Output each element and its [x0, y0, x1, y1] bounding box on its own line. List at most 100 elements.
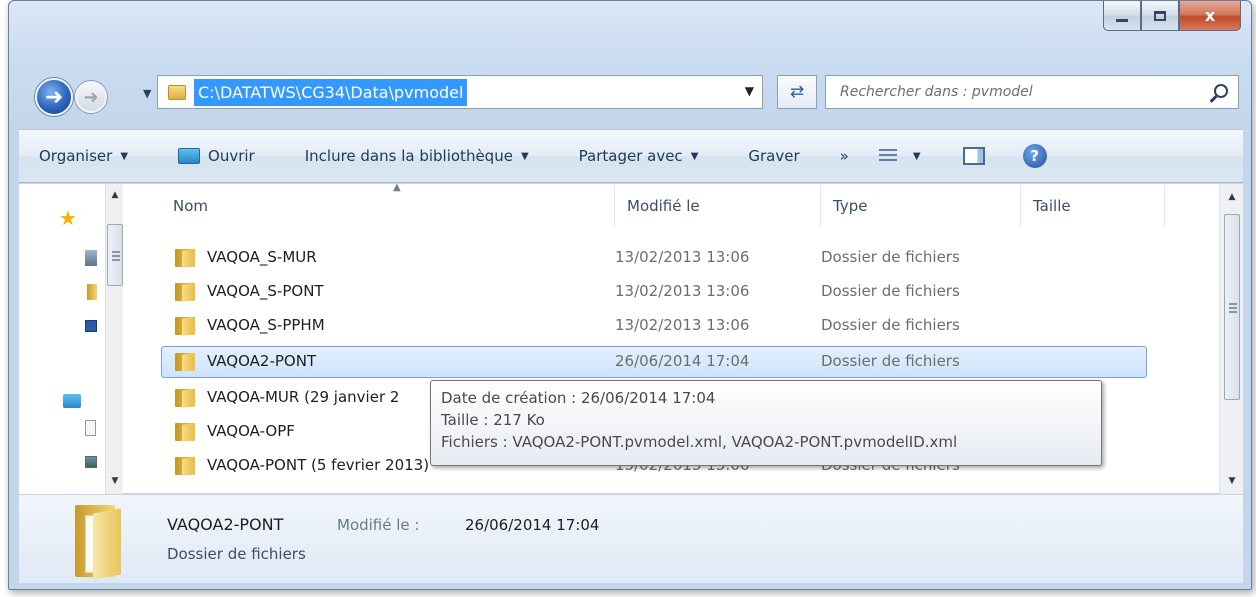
help-icon: ? [1022, 144, 1047, 168]
recent-pages-dropdown[interactable]: ▼ [143, 87, 151, 100]
file-type: Dossier de fichiers [821, 316, 960, 334]
chevron-down-icon: ▼ [690, 150, 699, 162]
share-with-label: Partager avec [578, 147, 683, 165]
column-size-label: Taille [1033, 197, 1071, 215]
scroll-down-icon[interactable]: ▼ [1223, 472, 1241, 490]
column-modified-label: Modifié le [627, 197, 700, 215]
details-modified-value: 26/06/2014 17:04 [465, 516, 600, 534]
close-icon: x [1204, 6, 1216, 25]
minimize-icon [1116, 18, 1128, 22]
library-icon[interactable] [63, 394, 81, 408]
explorer-window: x ➜ ➜ ▼ C:\DATATWS\CG34\Data\pvmodel ▼ ⇄… [8, 0, 1252, 590]
maximize-icon [1154, 10, 1166, 21]
search-input[interactable] [826, 76, 1186, 108]
list-item-selected[interactable]: VAQOA2-PONT 26/06/2014 17:04 Dossier de … [161, 346, 1147, 378]
scroll-up-icon[interactable]: ▲ [106, 186, 124, 204]
folder-info-tooltip: Date de création : 26/06/2014 17:04 Tail… [430, 380, 1102, 466]
more-commands-button[interactable]: » [814, 147, 863, 165]
file-name: VAQOA_S-PONT [207, 282, 324, 300]
command-bar: Organiser ▼ Ouvrir Inclure dans la biblio… [19, 129, 1243, 183]
file-name: VAQOA_S-MUR [207, 248, 317, 266]
address-bar[interactable]: C:\DATATWS\CG34\Data\pvmodel ▼ [157, 75, 763, 109]
column-header-modified[interactable]: Modifié le [615, 184, 821, 228]
file-modified: 13/02/2013 13:06 [615, 248, 750, 266]
search-box[interactable] [825, 75, 1239, 109]
chevron-down-icon: ▼ [912, 150, 921, 162]
folder-icon [175, 389, 195, 408]
organise-label: Organiser [39, 147, 113, 165]
favorites-star-icon[interactable]: ★ [59, 206, 77, 230]
details-modified-label: Modifié le : [337, 516, 420, 534]
address-dropdown[interactable]: ▼ [745, 84, 754, 98]
document-icon[interactable] [85, 420, 96, 436]
list-item[interactable]: VAQOA_S-PONT 13/02/2013 13:06 Dossier de… [161, 276, 1147, 308]
burn-label: Graver [748, 147, 800, 165]
views-icon [878, 149, 897, 163]
picture-icon[interactable] [85, 456, 97, 468]
column-header-size[interactable]: Taille [1021, 184, 1165, 228]
list-item[interactable]: VAQOA_S-PPHM 13/02/2013 13:06 Dossier de… [161, 310, 1147, 342]
navigation-bar: ➜ ➜ ▼ C:\DATATWS\CG34\Data\pvmodel ▼ ⇄ [25, 71, 1249, 116]
chevron-down-icon: ▼ [120, 150, 129, 162]
details-name: VAQOA2-PONT [167, 515, 284, 534]
open-button[interactable]: Ouvrir [142, 147, 269, 165]
tooltip-size: Taille : 217 Ko [441, 411, 545, 429]
minimize-button[interactable] [1103, 1, 1141, 31]
change-view-button[interactable]: ▼ [863, 149, 935, 163]
details-type: Dossier de fichiers [167, 545, 306, 563]
preview-pane-button[interactable] [935, 147, 999, 165]
file-modified: 13/02/2013 13:06 [615, 282, 750, 300]
open-folder-icon [178, 148, 201, 164]
organise-menu[interactable]: Organiser ▼ [19, 147, 142, 165]
close-button[interactable]: x [1179, 1, 1241, 31]
scroll-up-icon[interactable]: ▲ [1223, 188, 1241, 206]
open-label: Ouvrir [208, 147, 255, 165]
file-name: VAQOA-MUR (29 janvier 2 [207, 388, 400, 406]
folder-icon [175, 249, 195, 268]
file-modified: 26/06/2014 17:04 [615, 352, 750, 370]
include-library-menu[interactable]: Inclure dans la bibliothèque ▼ [269, 147, 543, 165]
file-name: VAQOA2-PONT [207, 352, 317, 370]
file-name: VAQOA-OPF [207, 422, 295, 440]
details-pane: VAQOA2-PONT Modifié le : 26/06/2014 17:0… [19, 495, 1243, 583]
column-type-label: Type [833, 197, 868, 215]
folder-icon [175, 283, 195, 302]
folder-icon [175, 457, 195, 476]
scrollbar-thumb[interactable] [107, 224, 123, 286]
desktop-icon[interactable] [85, 320, 97, 332]
scrollbar-thumb[interactable] [1224, 214, 1240, 400]
column-header-name[interactable]: ▲ Nom [161, 182, 615, 228]
file-type: Dossier de fichiers [821, 282, 960, 300]
maximize-button[interactable] [1141, 1, 1179, 31]
refresh-button[interactable]: ⇄ [777, 75, 817, 109]
file-list-scrollbar[interactable]: ▲ ▼ [1219, 184, 1243, 494]
folder-icon[interactable] [87, 284, 97, 300]
help-button[interactable]: ? [999, 144, 1061, 168]
address-path[interactable]: C:\DATATWS\CG34\Data\pvmodel [194, 78, 468, 106]
refresh-icon: ⇄ [789, 82, 805, 102]
folder-icon [175, 353, 195, 372]
back-button[interactable]: ➜ [35, 78, 73, 116]
folder-icon [175, 423, 195, 442]
folder-icon [71, 505, 123, 580]
share-with-menu[interactable]: Partager avec ▼ [543, 147, 713, 165]
burn-button[interactable]: Graver [712, 147, 813, 165]
preview-pane-icon [962, 147, 985, 165]
include-library-label: Inclure dans la bibliothèque [304, 147, 513, 165]
folder-icon [168, 84, 186, 100]
file-type: Dossier de fichiers [821, 248, 960, 266]
tooltip-created: Date de création : 26/06/2014 17:04 [441, 389, 716, 407]
file-name: VAQOA-PONT (5 fevrier 2013) [207, 456, 430, 474]
list-item[interactable]: VAQOA_S-MUR 13/02/2013 13:06 Dossier de … [161, 242, 1147, 274]
nav-pane-scrollbar[interactable]: ▲ ▼ [105, 184, 123, 494]
column-name-label: Nom [173, 197, 209, 215]
column-header-type[interactable]: Type [821, 184, 1021, 228]
forward-button[interactable]: ➜ [75, 81, 107, 113]
file-name: VAQOA_S-PPHM [207, 316, 325, 334]
file-type: Dossier de fichiers [821, 352, 960, 370]
search-icon[interactable] [1214, 84, 1228, 98]
network-icon[interactable] [85, 250, 97, 266]
scroll-down-icon[interactable]: ▼ [106, 472, 124, 490]
navigation-pane: ★ ▲ ▼ [19, 184, 123, 494]
tooltip-files: Fichiers : VAQOA2-PONT.pvmodel.xml, VAQO… [441, 433, 958, 451]
